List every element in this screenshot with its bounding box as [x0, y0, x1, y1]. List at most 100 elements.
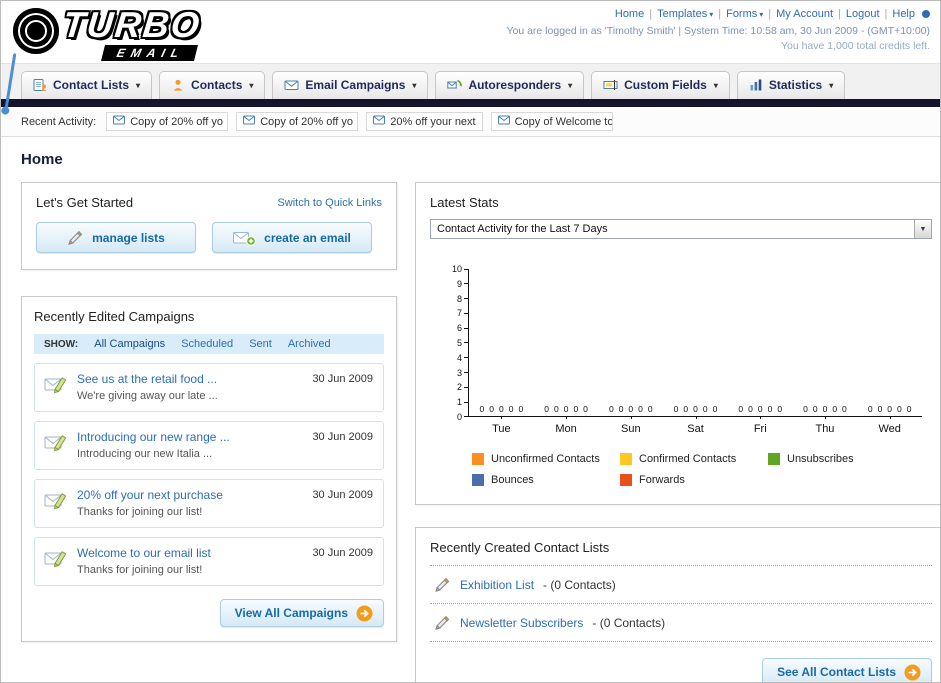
see-all-contact-lists-button[interactable]: See All Contact Lists — [762, 658, 932, 682]
header-link-help[interactable]: Help — [892, 8, 915, 20]
chart-value-label: 0 — [508, 404, 514, 414]
arrow-right-icon — [904, 664, 921, 681]
chart-value-label: 0 — [693, 404, 698, 414]
filter-archived[interactable]: Archived — [288, 338, 331, 350]
campaign-title-link[interactable]: Introducing our new range ... — [77, 430, 307, 444]
header: TURBO EMAIL Home | Templates ▾ | Forms ▾ | My Ac… — [1, 1, 940, 63]
recent-activity-item[interactable]: Copy of 20% off yo — [236, 112, 359, 131]
chart-value-label: 0 — [757, 404, 763, 414]
custom-fields-icon — [603, 78, 618, 92]
button-label: manage lists — [92, 230, 165, 245]
chart-value-label: 0 — [832, 404, 838, 414]
x-tick-label: Mon — [555, 423, 577, 435]
nav-separator: | — [718, 8, 722, 20]
tab-custom-fields[interactable]: Custom Fields ▾ — [591, 71, 730, 99]
stats-activity-select[interactable]: Contact Activity for the Last 7 Days ▼ — [430, 219, 932, 239]
create-an-email-button[interactable]: create an email — [212, 222, 372, 253]
latest-stats-title: Latest Stats — [430, 195, 499, 210]
campaign-title-link[interactable]: Welcome to our email list — [77, 546, 307, 560]
view-all-campaigns-button[interactable]: View All Campaigns — [219, 599, 384, 627]
chart-category-group: 0 0 0 0 0 Wed — [857, 269, 922, 435]
autoresponders-icon — [447, 78, 463, 92]
chart-value-label: 0 — [748, 404, 753, 414]
campaign-title-link[interactable]: See us at the retail food ... — [77, 372, 307, 386]
contact-list-row[interactable]: Newsletter Subscribers - (0 Contacts) — [430, 604, 932, 642]
campaign-item[interactable]: See us at the retail food ... We're givin… — [34, 363, 384, 412]
legend-label: Unsubscribes — [787, 453, 854, 465]
campaign-title-link[interactable]: 20% off your next purchase — [77, 488, 307, 502]
tab-contact-lists[interactable]: Contact Lists ▾ — [21, 71, 153, 99]
tab-email-campaigns[interactable]: Email Campaigns ▾ — [272, 71, 429, 99]
switch-quick-links-link[interactable]: Switch to Quick Links — [277, 197, 382, 209]
header-link-logout[interactable]: Logout — [846, 8, 880, 20]
legend-swatch — [472, 474, 484, 486]
tab-label: Autoresponders — [468, 78, 562, 92]
campaign-item[interactable]: 20% off your next purchase Thanks for joi… — [34, 479, 384, 528]
tab-statistics[interactable]: Statistics ▾ — [736, 71, 846, 99]
campaign-list: See us at the retail food ... We're givin… — [34, 363, 384, 586]
chart-category-group: 0 0 0 0 0 Sat — [663, 269, 728, 435]
recent-activity-item[interactable]: 20% off your next — [366, 112, 483, 131]
pencil-icon — [434, 614, 451, 631]
contact-lists-title: Recently Created Contact Lists — [430, 540, 932, 566]
x-tick-label: Wed — [878, 423, 901, 435]
contact-list-link[interactable]: Newsletter Subscribers — [460, 616, 583, 630]
chart-value-label: 0 — [673, 404, 679, 414]
recent-activity-item[interactable]: Copy of 20% off yo — [106, 112, 229, 131]
chart-category-group: 0 0 0 0 0 Thu — [793, 269, 858, 435]
header-link-home[interactable]: Home — [615, 8, 644, 20]
x-tick-mark — [889, 416, 891, 419]
filter-scheduled[interactable]: Scheduled — [181, 338, 233, 350]
page-title: Home — [21, 151, 63, 168]
chevron-down-icon: ▾ — [249, 80, 254, 90]
tab-autoresponders[interactable]: Autoresponders ▾ — [435, 71, 585, 99]
y-tick-label: 7 — [456, 308, 462, 319]
contact-list-row[interactable]: Exhibition List - (0 Contacts) — [430, 566, 932, 604]
contact-lists-icon — [33, 78, 47, 92]
header-link-templates[interactable]: Templates ▾ — [657, 8, 713, 20]
tab-contacts[interactable]: Contacts ▾ — [159, 71, 266, 99]
recent-activity-item[interactable]: Copy of Welcome to — [490, 112, 613, 131]
envelope-pencil-icon — [44, 489, 68, 516]
filter-sent[interactable]: Sent — [249, 338, 272, 350]
chart-category-group: 0 0 0 0 0 Fri — [728, 269, 793, 435]
header-link-forms[interactable]: Forms ▾ — [726, 8, 763, 20]
legend-swatch — [620, 453, 632, 465]
chart-value-label: 0 — [583, 404, 588, 414]
contact-list-link[interactable]: Exhibition List — [460, 578, 534, 592]
campaign-date: 30 Jun 2009 — [312, 489, 373, 501]
campaigns-title: Recently Edited Campaigns — [34, 309, 195, 324]
campaign-filter-bar: SHOW: All Campaigns Scheduled Sent Archived — [34, 334, 384, 354]
header-link-my-account[interactable]: My Account — [776, 8, 833, 20]
tab-label: Custom Fields — [624, 78, 707, 92]
right-column: Latest Stats Contact Activity for the La… — [415, 182, 940, 682]
campaign-date: 30 Jun 2009 — [312, 547, 373, 559]
legend-swatch — [620, 474, 632, 486]
chart-category-group: 0 0 0 0 0 Mon — [534, 269, 599, 435]
contact-activity-chart: 10 9 8 7 6 5 4 3 2 1 0 0 0 0 0 0 Tue 0 0 0 0 0 Mon 0 0 0 0 0 Sun 0 0 0… — [444, 264, 922, 486]
x-tick-label: Tue — [492, 423, 511, 435]
chart-value-label: 0 — [573, 404, 579, 414]
legend-label: Bounces — [491, 474, 534, 486]
chart-value-label: 0 — [767, 404, 773, 414]
campaign-item[interactable]: Introducing our new range ... Introducing… — [34, 421, 384, 470]
envelope-icon — [497, 115, 510, 128]
envelope-pencil-icon — [44, 547, 68, 574]
campaign-date: 30 Jun 2009 — [312, 373, 373, 385]
chart-y-axis: 10 9 8 7 6 5 4 3 2 1 0 — [444, 264, 468, 422]
chart-value-label: 0 — [887, 404, 893, 414]
login-info: You are logged in as 'Timothy Smith' | S… — [506, 25, 930, 37]
app-logo[interactable]: TURBO EMAIL — [11, 4, 271, 62]
manage-lists-button[interactable]: manage lists — [36, 222, 196, 253]
campaign-date: 30 Jun 2009 — [312, 431, 373, 443]
x-tick-label: Thu — [815, 423, 835, 435]
campaign-subtitle: We're giving away our late ... — [77, 390, 218, 402]
legend-item-confirmed-contacts: Confirmed Contacts — [620, 453, 768, 465]
see-all-contact-lists-label: See All Contact Lists — [777, 665, 896, 679]
filter-all-campaigns[interactable]: All Campaigns — [94, 338, 165, 350]
x-tick-mark — [566, 416, 568, 419]
campaign-item[interactable]: Welcome to our email list Thanks for join… — [34, 537, 384, 586]
x-tick-label: Sat — [687, 423, 704, 435]
chart-value-label: 0 — [842, 404, 847, 414]
chart-value-labels: 00000 — [598, 404, 663, 414]
